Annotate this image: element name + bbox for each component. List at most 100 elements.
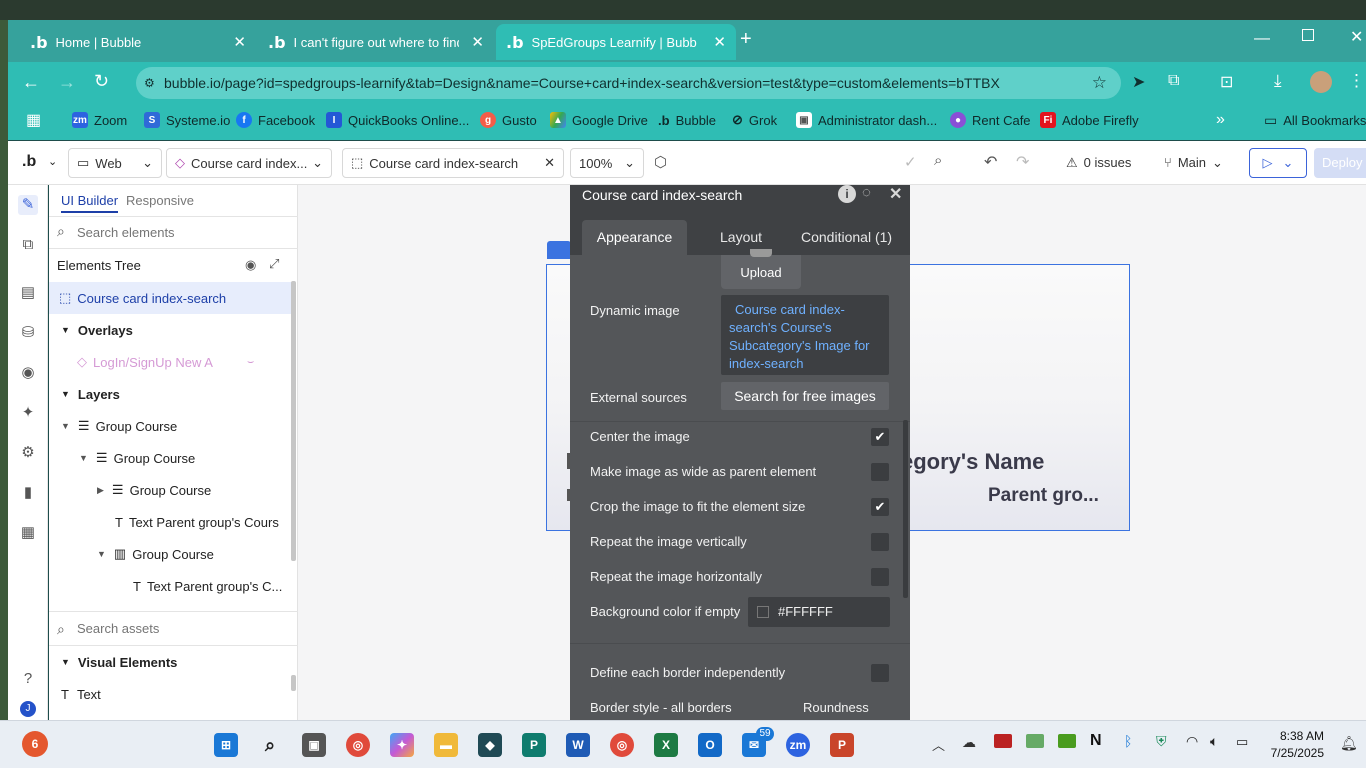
bookmark-bubble[interactable]: .b Bubble	[658, 104, 716, 136]
close-window-icon[interactable]: ✕	[1350, 27, 1363, 47]
property-editor-panel[interactable]: Course card index-search i ◌ ✕ Appearanc…	[570, 185, 910, 720]
excel-icon[interactable]: X	[654, 733, 678, 757]
url-bar[interactable]: ⚙ bubble.io/page?id=spedgroups-learnify&…	[136, 67, 1121, 99]
app-icon[interactable]: ◆	[478, 733, 502, 757]
visual-elements-header[interactable]: ▼ Visual Elements	[49, 646, 293, 678]
bookmark-zoom[interactable]: zm Zoom	[72, 104, 127, 136]
tree-item-group-course[interactable]: ▶ ☰ Group Course	[49, 474, 293, 506]
start-icon[interactable]: ⊞	[214, 733, 238, 757]
center-image-checkbox[interactable]: ✔	[871, 428, 889, 446]
chevron-down-icon[interactable]: ⌄	[48, 155, 57, 168]
plugins-icon[interactable]: ✦	[18, 403, 38, 423]
repeat-horizontal-checkbox[interactable]	[871, 568, 889, 586]
bookmark-adobe-firefly[interactable]: Fi Adobe Firefly	[1040, 104, 1139, 136]
maximize-icon[interactable]	[1302, 29, 1314, 41]
bookmark-systeme[interactable]: S Systeme.io	[144, 104, 230, 136]
search-icon[interactable]: ⌕	[934, 152, 942, 169]
platform-select[interactable]: ▭ Web ⌄	[68, 148, 162, 178]
close-icon[interactable]: ✕	[544, 155, 555, 171]
close-icon[interactable]: ✕	[889, 185, 902, 204]
zoom-icon[interactable]: zm	[786, 733, 810, 757]
bookmark-google-drive[interactable]: ▲ Google Drive	[550, 104, 648, 136]
new-tab-icon[interactable]: +	[740, 28, 752, 51]
crop-image-checkbox[interactable]: ✔	[871, 498, 889, 516]
task-view-icon[interactable]: ▣	[302, 733, 326, 757]
tray-app-icon[interactable]	[1026, 734, 1044, 748]
redo-icon[interactable]: ↷	[1016, 152, 1029, 172]
user-avatar[interactable]: J	[20, 701, 36, 717]
download-icon[interactable]: ⤓	[1274, 71, 1282, 91]
forward-icon[interactable]: →	[58, 72, 76, 93]
branch-select[interactable]: ⑂ Main ⌄	[1164, 155, 1223, 171]
bookmark-admin[interactable]: ▣ Administrator dash...	[796, 104, 937, 136]
copilot-icon[interactable]: ✦	[390, 733, 414, 757]
tree-item-text[interactable]: T Text Parent group's Cours	[49, 506, 293, 538]
word-icon[interactable]: W	[566, 733, 590, 757]
tab-conditional[interactable]: Conditional (1)	[801, 220, 892, 255]
bubble-logo-icon[interactable]: .b	[22, 153, 36, 171]
color-swatch[interactable]	[757, 606, 769, 618]
notification-badge[interactable]: 6	[22, 731, 48, 757]
clock-date[interactable]: 7/25/2025	[1264, 746, 1324, 760]
tab-ui-builder[interactable]: UI Builder	[61, 193, 119, 213]
element-tag[interactable]	[547, 241, 571, 259]
volume-icon[interactable]: 🔈︎	[1210, 733, 1218, 750]
panel-scrollbar[interactable]	[903, 420, 908, 598]
site-info-icon[interactable]: ⚙	[144, 67, 155, 99]
publisher-icon[interactable]: P	[522, 733, 546, 757]
extensions-icon[interactable]: ⧉	[1168, 72, 1179, 90]
battery-icon[interactable]: ▭	[1236, 734, 1248, 750]
wifi-icon[interactable]: ◠	[1186, 733, 1198, 750]
define-border-checkbox[interactable]	[871, 664, 889, 682]
reload-icon[interactable]: ↻	[94, 71, 109, 92]
bg-color-input[interactable]: #FFFFFF	[748, 597, 890, 627]
database-icon[interactable]: ⛁	[18, 323, 38, 343]
undo-icon[interactable]: ↶	[984, 152, 997, 172]
workflow-icon[interactable]: ⧉	[18, 235, 38, 255]
eye-icon[interactable]: ◉	[245, 257, 256, 273]
bookmark-rentcafe[interactable]: ● Rent Cafe	[950, 104, 1031, 136]
more-bookmarks-icon[interactable]: »	[1216, 104, 1225, 136]
tree-item-group-course[interactable]: ▼ ▥ Group Course	[49, 538, 293, 570]
dynamic-image-expression[interactable]: Course card index-search's Course's Subc…	[721, 295, 889, 375]
cloud-icon[interactable]: ☁	[962, 734, 976, 751]
back-icon[interactable]: ←	[22, 72, 40, 93]
zoom-select[interactable]: 100% ⌄	[570, 148, 644, 178]
search-assets-input[interactable]	[77, 617, 287, 639]
styles-palette-icon[interactable]: ◉	[18, 363, 38, 383]
cursor-extension-icon[interactable]: ➤	[1132, 72, 1145, 92]
comment-icon[interactable]: ◌	[862, 185, 871, 201]
tree-item-root[interactable]: ⬚ Course card index-search	[49, 282, 293, 314]
search-free-images-button[interactable]: Search for free images	[721, 382, 889, 410]
close-tab-icon[interactable]: ✕	[471, 33, 484, 51]
bookmark-quickbooks[interactable]: I QuickBooks Online...	[326, 104, 469, 136]
chrome-icon[interactable]: ◎	[610, 733, 634, 757]
search-elements-input[interactable]	[77, 221, 287, 243]
browser-tab-home[interactable]: .b Home | Bubble ✕	[20, 24, 256, 60]
security-shield-icon[interactable]: ⛨	[1156, 733, 1167, 750]
tray-app-icon[interactable]	[994, 734, 1012, 748]
help-icon[interactable]: ?	[18, 669, 38, 689]
outlook-icon[interactable]: O	[698, 733, 722, 757]
tab-search-icon[interactable]: ⊡	[1220, 72, 1233, 92]
deploy-button[interactable]: Deploy	[1314, 148, 1366, 178]
clock-time[interactable]: 8:38 AM	[1268, 729, 1324, 743]
chevron-up-icon[interactable]: ︿	[932, 735, 945, 754]
page-select[interactable]: ◇ Course card index... ⌄	[166, 148, 332, 178]
search-icon[interactable]: ⌕	[258, 733, 282, 757]
browser-tab-active[interactable]: .b SpEdGroups Learnify | Bubble E ✕	[496, 24, 736, 60]
hidden-eye-icon[interactable]: ⌣	[247, 356, 254, 369]
preview-button[interactable]: ▷ ⌄	[1249, 148, 1307, 178]
logs-chart-icon[interactable]: ▮	[18, 483, 38, 503]
tree-item-group-course[interactable]: ▼ ☰ Group Course	[49, 410, 293, 442]
close-tab-icon[interactable]: ✕	[713, 33, 726, 51]
bookmark-star-icon[interactable]: ☆	[1092, 67, 1107, 99]
bookmark-gusto[interactable]: g Gusto	[480, 104, 537, 136]
info-icon[interactable]: i	[838, 185, 856, 203]
close-tab-icon[interactable]: ✕	[233, 33, 246, 51]
layout-icon[interactable]: ▤	[18, 283, 38, 303]
tree-item-login-signup[interactable]: ◇ LogIn/SignUp New A ⌣	[49, 346, 293, 378]
check-circle-icon[interactable]: ✓	[904, 153, 917, 171]
bluetooth-icon[interactable]: ᛒ	[1124, 733, 1132, 749]
assets-scrollbar[interactable]	[291, 675, 296, 691]
